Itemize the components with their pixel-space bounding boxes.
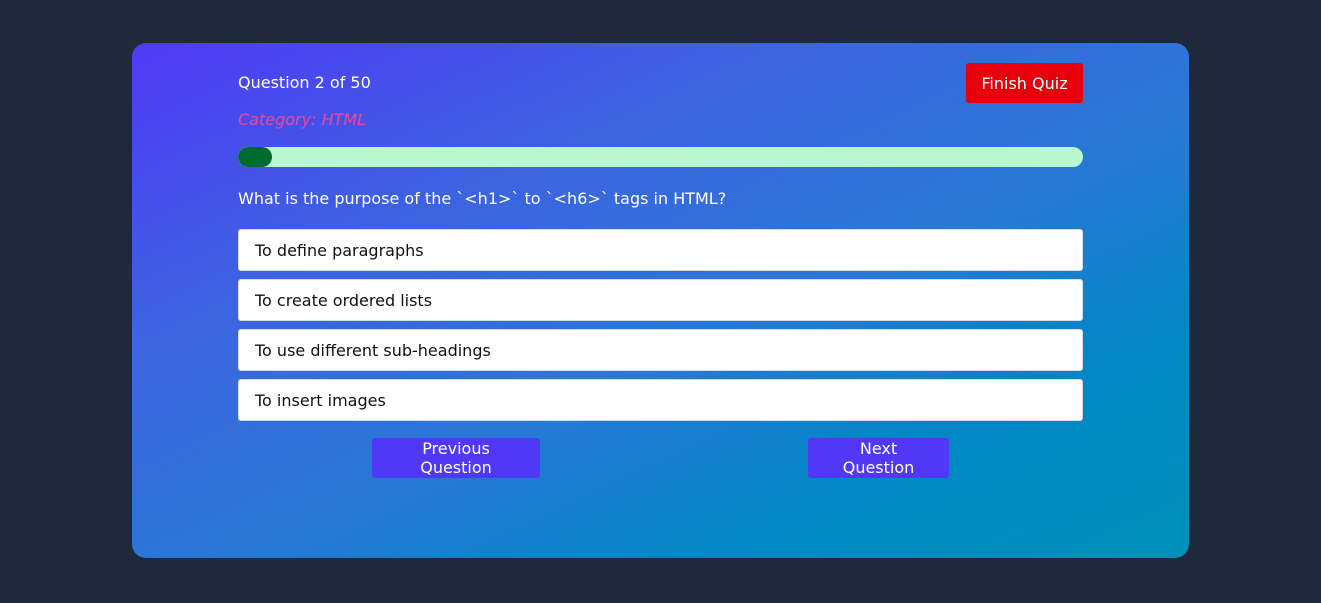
progress-bar — [238, 147, 1083, 167]
answer-option-label: To use different sub-headings — [255, 340, 491, 360]
question-navigation: Previous Question Next Question — [238, 438, 1083, 478]
answer-option-label: To create ordered lists — [255, 290, 433, 310]
question-text: What is the purpose of the `<h1>` to `<h… — [238, 189, 727, 208]
answer-option[interactable]: To use different sub-headings — [238, 329, 1083, 371]
quiz-header: Question 2 of 50 Finish Quiz — [238, 63, 1083, 103]
question-counter: Question 2 of 50 — [238, 73, 371, 92]
answer-option-label: To define paragraphs — [255, 240, 424, 260]
previous-question-button[interactable]: Previous Question — [372, 438, 540, 478]
quiz-content: Question 2 of 50 Finish Quiz Category: H… — [238, 63, 1083, 478]
answer-option-label: To insert images — [255, 390, 386, 410]
progress-bar-fill — [238, 147, 272, 167]
finish-quiz-button[interactable]: Finish Quiz — [966, 63, 1083, 103]
category-label: Category: HTML — [238, 110, 367, 129]
answer-option[interactable]: To create ordered lists — [238, 279, 1083, 321]
answer-option[interactable]: To define paragraphs — [238, 229, 1083, 271]
quiz-card: Question 2 of 50 Finish Quiz Category: H… — [132, 43, 1189, 558]
answer-options: To define paragraphs To create ordered l… — [238, 229, 1083, 421]
answer-option[interactable]: To insert images — [238, 379, 1083, 421]
next-question-button[interactable]: Next Question — [808, 438, 949, 478]
